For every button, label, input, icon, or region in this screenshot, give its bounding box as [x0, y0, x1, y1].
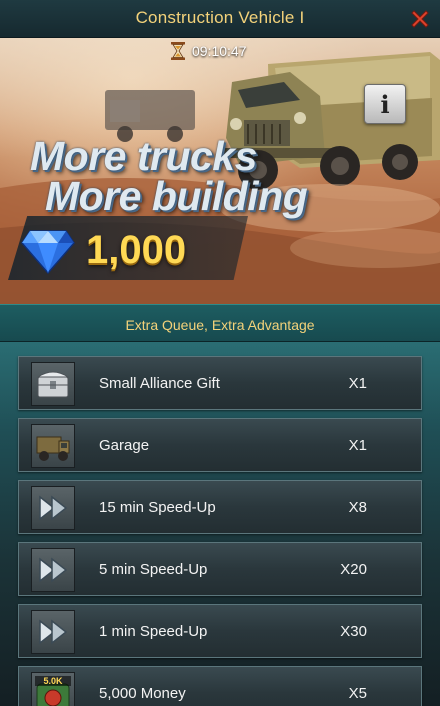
item-quantity: X5 — [348, 685, 367, 702]
countdown-timer: 09:10:47 — [168, 41, 247, 61]
item-quantity: X1 — [348, 437, 367, 454]
money-bag-icon: 5.0K — [31, 672, 75, 706]
price-value: 1,000 — [86, 228, 187, 272]
speed-up-arrows-icon — [31, 548, 75, 592]
info-button[interactable]: i — [364, 84, 406, 124]
list-item: Garage X1 — [18, 418, 422, 472]
headline-line-2: More building — [45, 173, 308, 219]
title-bar: Construction Vehicle I — [0, 0, 440, 38]
item-name: Small Alliance Gift — [99, 375, 220, 392]
item-name: 5 min Speed-Up — [99, 561, 208, 578]
list-item: 1 min Speed-Up X30 — [18, 604, 422, 658]
silver-chest-icon — [31, 362, 75, 406]
list-item: Small Alliance Gift X1 — [18, 356, 422, 410]
item-quantity: X30 — [340, 623, 367, 640]
subtitle-text: Extra Queue, Extra Advantage — [125, 317, 315, 333]
item-name: 15 min Speed-Up — [99, 499, 216, 516]
info-icon: i — [380, 89, 390, 119]
item-quantity: X20 — [340, 561, 367, 578]
page-title: Construction Vehicle I — [135, 8, 305, 27]
money-badge: 5.0K — [43, 676, 63, 686]
hourglass-icon — [171, 42, 185, 60]
list-item: 5.0K 5,000 Money X5 — [18, 666, 422, 706]
subtitle-bar: Extra Queue, Extra Advantage — [0, 304, 440, 342]
reward-list: Small Alliance Gift X1 Garage X1 15 min … — [0, 342, 440, 706]
close-icon — [411, 10, 429, 28]
item-name: Garage — [99, 437, 150, 454]
armored-truck-icon — [31, 424, 75, 468]
promo-headline: More trucks More building — [30, 136, 360, 219]
item-name: 1 min Speed-Up — [99, 623, 208, 640]
timer-text: 09:10:47 — [192, 43, 247, 59]
close-button[interactable] — [409, 8, 431, 30]
item-quantity: X8 — [348, 499, 367, 516]
diamond-gem-icon — [21, 230, 75, 275]
item-quantity: X1 — [348, 375, 367, 392]
speed-up-arrows-icon — [31, 610, 75, 654]
speed-up-arrows-icon — [31, 486, 75, 530]
promo-banner: 09:10:47 i More trucks More building 1,0… — [0, 38, 440, 304]
item-name: 5,000 Money — [99, 685, 186, 702]
list-item: 5 min Speed-Up X20 — [18, 542, 422, 596]
list-item: 15 min Speed-Up X8 — [18, 480, 422, 534]
